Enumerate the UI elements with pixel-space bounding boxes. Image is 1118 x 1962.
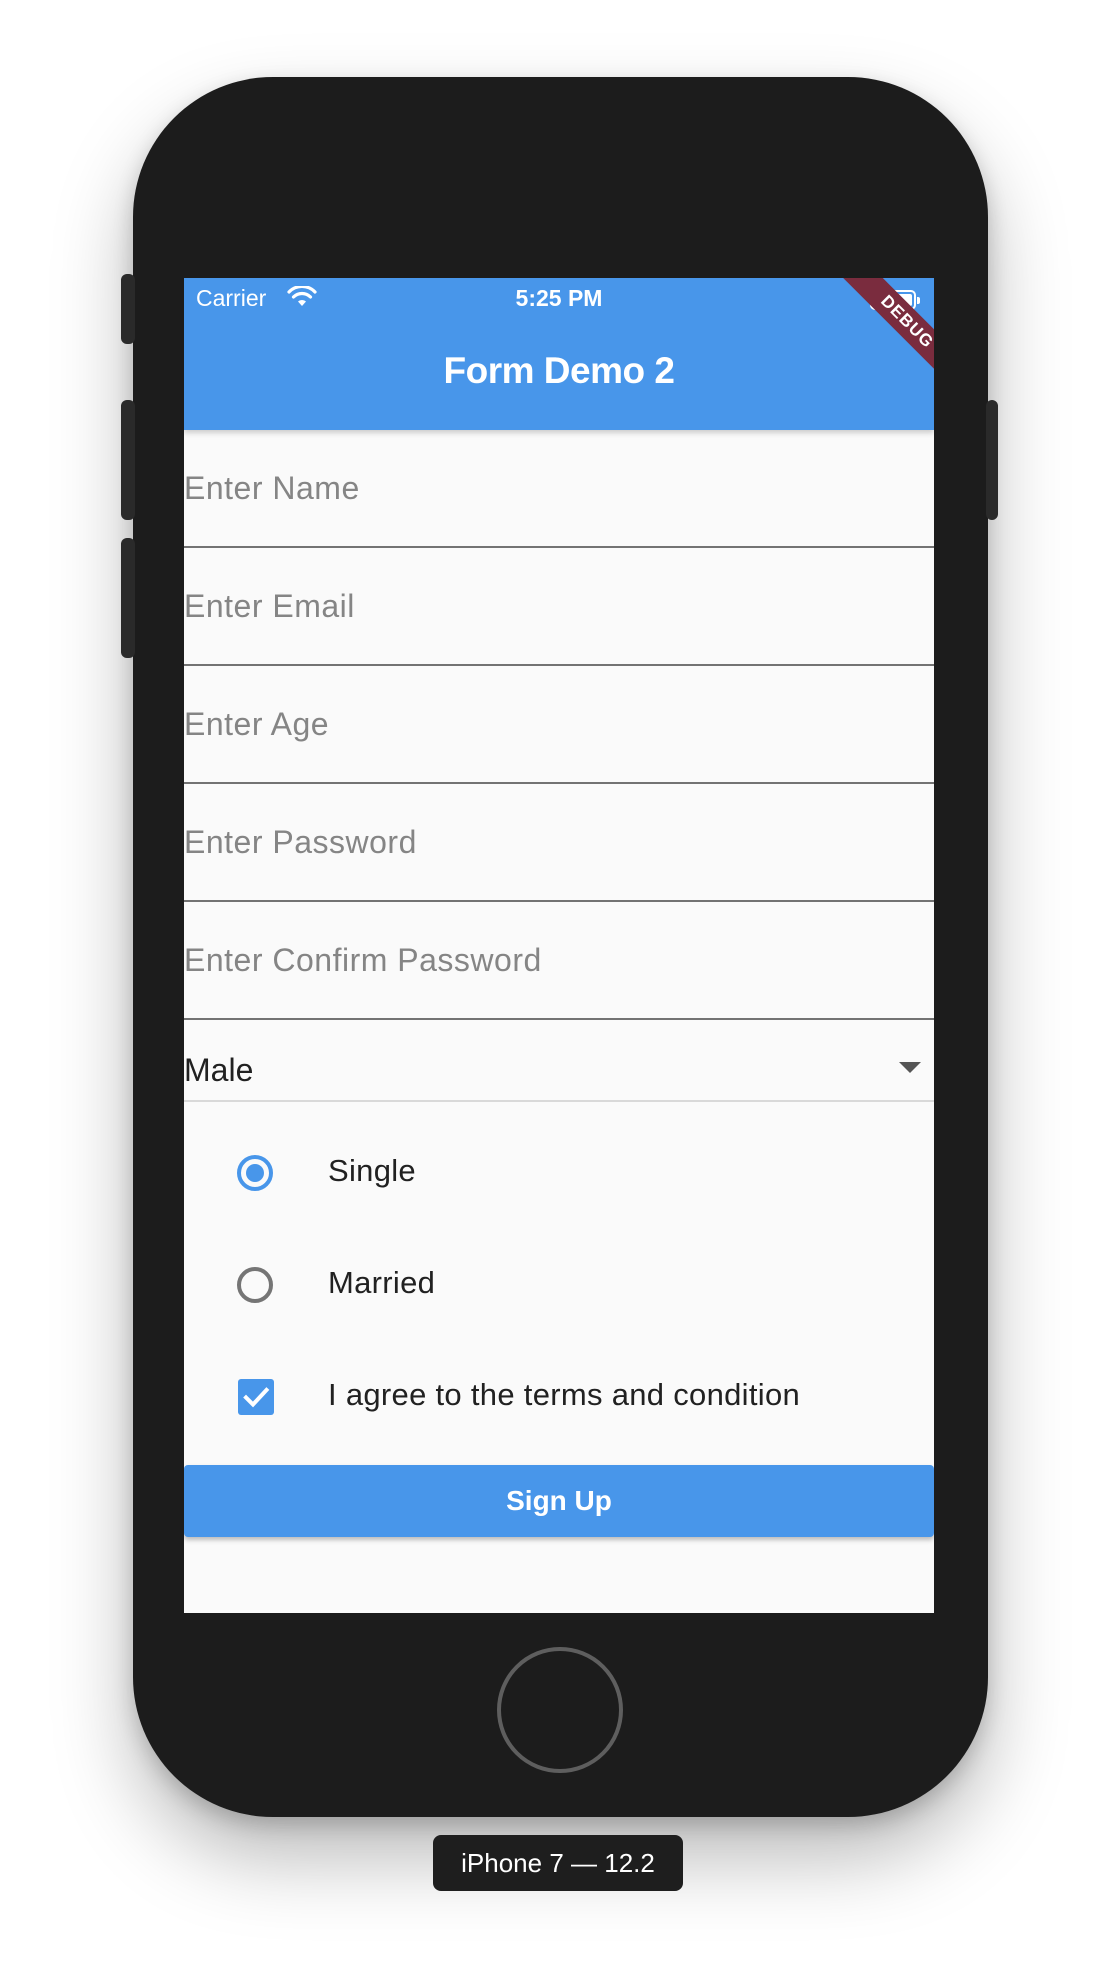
radio-button-unselected-icon[interactable]: [237, 1267, 273, 1303]
radio-label-married: Married: [328, 1265, 436, 1300]
email-field[interactable]: [184, 548, 934, 666]
debug-banner-label: DEBUG: [836, 278, 934, 393]
email-input[interactable]: [184, 548, 934, 664]
volume-down-button: [121, 538, 135, 658]
terms-checkbox-row[interactable]: I agree to the terms and condition: [184, 1352, 934, 1442]
app-screen: Carrier 5:25 PM Form Demo 2 DEBUG Enter …: [184, 278, 934, 1613]
volume-up-button: [121, 400, 135, 520]
gender-dropdown-value: Male: [184, 1052, 254, 1088]
terms-label: I agree to the terms and condition: [328, 1377, 801, 1412]
password-field[interactable]: [184, 784, 934, 902]
power-button: [986, 400, 998, 520]
name-field[interactable]: [184, 430, 934, 548]
sign-up-button[interactable]: Sign Up: [184, 1465, 934, 1537]
password-input[interactable]: [184, 784, 934, 900]
confirm-password-input[interactable]: [184, 902, 934, 1018]
app-bar: Carrier 5:25 PM Form Demo 2 DEBUG: [184, 278, 934, 430]
age-input[interactable]: [184, 666, 934, 782]
radio-label-single: Single: [328, 1153, 416, 1188]
debug-banner: DEBUG: [814, 278, 934, 398]
checkbox-checked-icon[interactable]: [238, 1379, 274, 1415]
mute-switch: [121, 274, 135, 344]
age-field[interactable]: [184, 666, 934, 784]
gender-dropdown[interactable]: Male: [184, 1022, 934, 1102]
home-button[interactable]: [497, 1647, 623, 1773]
name-input[interactable]: [184, 430, 934, 546]
device-label: iPhone 7 — 12.2: [433, 1835, 683, 1891]
dropdown-arrow-icon: [899, 1062, 921, 1073]
radio-option-married[interactable]: Married: [184, 1240, 934, 1330]
confirm-password-field[interactable]: [184, 902, 934, 1020]
radio-button-selected-icon[interactable]: [237, 1155, 273, 1191]
radio-option-single[interactable]: Single: [184, 1128, 934, 1218]
